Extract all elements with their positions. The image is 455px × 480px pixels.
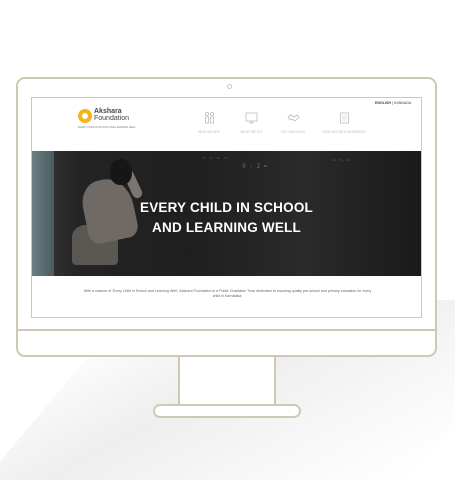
hero-title-line1: EVERY CHILD IN SCHOOL xyxy=(140,200,313,215)
logo-name-line2[interactable]: Foundation xyxy=(94,115,129,122)
nav-get-involved[interactable]: GET INVOLVED xyxy=(277,112,309,140)
monitor-base xyxy=(153,404,301,418)
nav-label: GET INVOLVED xyxy=(280,130,306,134)
monitor-chin xyxy=(18,329,435,331)
document-icon xyxy=(339,112,349,124)
nav-label: RESOURCES & RESEARCH xyxy=(322,130,366,134)
chalk-scribble: ~ ~ ~ xyxy=(332,157,351,164)
hero-banner: ~ ~ ~ ~ 9 - 2 = ~ ~ ~ EVERY CHILD IN SCH… xyxy=(32,151,421,276)
monitor-frame: Akshara Foundation EVERY CHILD IN SCHOOL… xyxy=(16,77,437,357)
lang-english-link[interactable]: ENGLISH xyxy=(375,101,391,105)
chalk-scribble: 9 - 2 = xyxy=(242,163,268,170)
site-header: Akshara Foundation EVERY CHILD IN SCHOOL… xyxy=(32,98,421,146)
nav-what-we-do[interactable]: WHAT WE DO xyxy=(236,112,266,140)
nav-who-we-are[interactable]: WHO WE ARE xyxy=(195,112,223,140)
language-switch: ENGLISH | KANNADA xyxy=(375,101,411,105)
nav-resources-research[interactable]: RESOURCES & RESEARCH xyxy=(318,112,370,140)
akshara-logo-icon[interactable] xyxy=(78,109,92,123)
chalk-scribble: ~ ~ ~ ~ xyxy=(202,155,228,162)
nav-label: WHO WE ARE xyxy=(198,130,220,134)
camera-dot xyxy=(227,84,232,89)
logo-name-line1[interactable]: Akshara xyxy=(94,108,122,115)
logo-tagline: EVERY CHILD IN SCHOOL AND LEARNING WELL xyxy=(78,126,136,129)
screen-icon xyxy=(245,112,257,124)
handshake-icon xyxy=(286,114,300,122)
mission-text: With a mission of 'Every Child in School… xyxy=(83,289,372,299)
website-screen: Akshara Foundation EVERY CHILD IN SCHOOL… xyxy=(31,97,422,318)
monitor-stand xyxy=(178,357,276,407)
hero-title-line2: AND LEARNING WELL xyxy=(152,220,301,235)
nav-label: WHAT WE DO xyxy=(240,130,262,134)
people-icon xyxy=(204,112,214,124)
girl-figure xyxy=(110,159,132,185)
lang-kannada-link[interactable]: KANNADA xyxy=(394,101,411,105)
